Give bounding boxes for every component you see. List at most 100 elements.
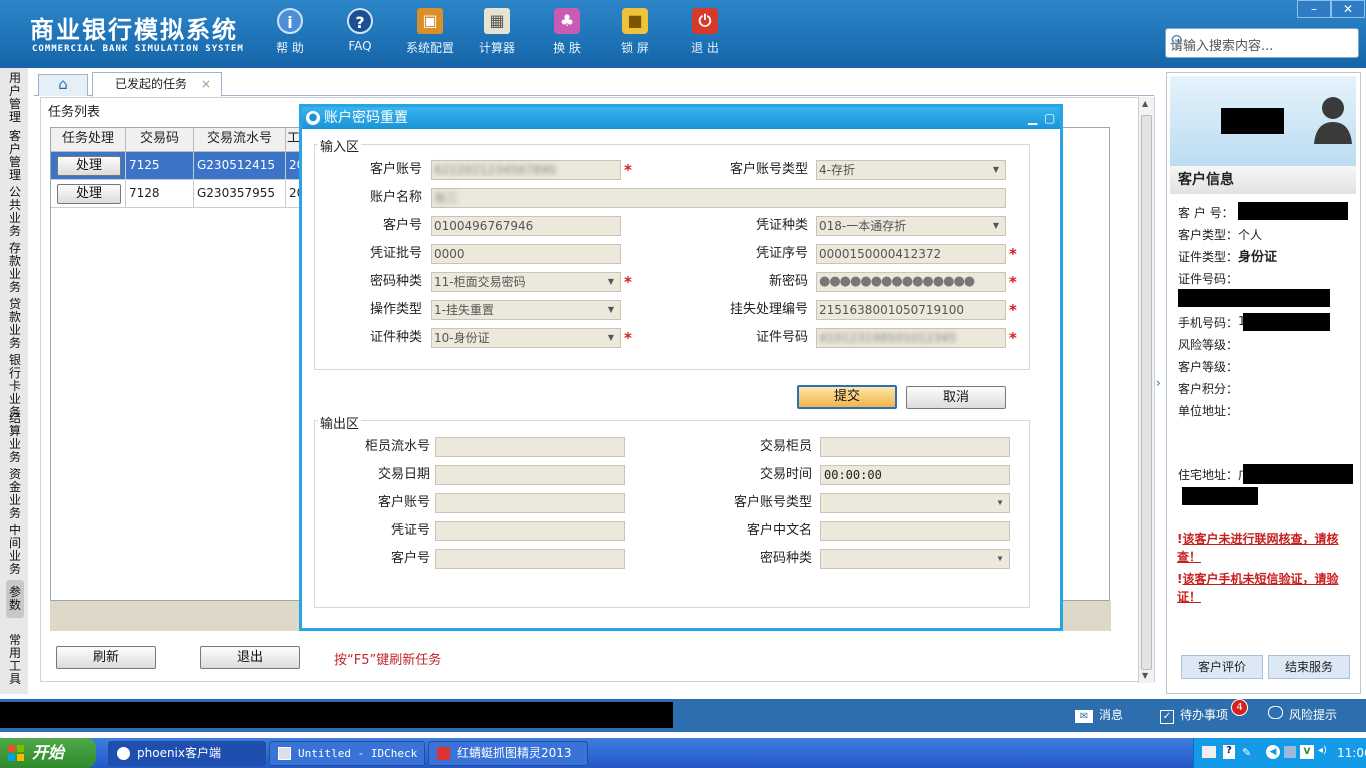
cancel-button[interactable]: 取消 [906,386,1006,409]
close-window-button[interactable]: ✕ [1331,0,1365,18]
table-row[interactable]: 处理 7128 G230357955 20 [51,180,304,208]
label-out-cn-name: 客户中文名 [746,523,812,538]
nav-intermediary[interactable]: 中间业务 [6,524,24,576]
taskbar-item-phoenix[interactable]: phoenix客户端 [108,741,266,766]
faq-button[interactable]: ? FAQ [330,8,390,53]
chevron-down-icon[interactable]: ▼ [989,161,1003,179]
dialog-minimize-icon[interactable]: ▁ [1028,107,1037,129]
label-new-pwd: 新密码 [768,274,808,289]
submit-button[interactable]: 提交 [797,385,897,409]
process-button[interactable]: 处理 [57,156,121,176]
id-type-select[interactable]: 10-身份证 ▼ [431,328,621,348]
nav-fund[interactable]: 资金业务 [6,468,24,520]
keyboard-icon[interactable] [1202,746,1216,758]
cust-no-field[interactable]: 0100496767946 [431,216,621,236]
op-type-select[interactable]: 1-挂失重置 ▼ [431,300,621,320]
warning-sms-verify[interactable]: !该客户手机未短信验证，请验证！ [1177,570,1355,606]
lock-screen-button[interactable]: ■ 锁 屏 [605,8,665,56]
panel-toggle-icon[interactable]: › [1156,376,1161,390]
taskbar-item-screenshot-tool[interactable]: 红蜻蜓抓图精灵2013 [428,741,588,766]
nav-loan[interactable]: 贷款业务 [6,298,24,350]
warning-network-check[interactable]: !该客户未进行联网核查，请核查！ [1177,530,1355,566]
exit-button[interactable]: 退出 [200,646,300,669]
search-icon[interactable]: ⚲ [1170,32,1352,53]
account-name-field[interactable]: 张三 [431,188,1006,208]
vc-tray-icon[interactable]: V [1300,745,1314,759]
change-skin-button[interactable]: ♣ 换 肤 [537,8,597,56]
nav-bank-card[interactable]: 银行卡业务 [6,354,24,419]
logout-button[interactable]: ⏻ 退 出 [675,8,735,56]
column-header[interactable]: 交易码 [126,128,194,152]
nav-customer-mgmt[interactable]: 客户管理 [6,130,24,182]
messages-button[interactable]: ✉ 消息 [1075,706,1123,723]
required-mark: * [624,273,632,291]
nav-deposit[interactable]: 存款业务 [6,242,24,294]
customer-evaluation-button[interactable]: 客户评价 [1181,655,1263,679]
column-header[interactable]: 交易流水号 [194,128,286,152]
tab-initiated-tasks[interactable]: 已发起的任务 × [92,72,222,97]
scroll-up-icon[interactable]: ▲ [1142,99,1148,108]
calculator-button[interactable]: ▦ 计算器 [467,8,527,56]
customer-avatar-icon [1314,97,1352,144]
left-nav: 用户管理 客户管理 公共业务 存款业务 贷款业务 银行卡业务 结算业务 资金业务… [0,68,28,694]
table-row[interactable]: 处理 7125 G230512415 20 [51,152,304,180]
refresh-button[interactable]: 刷新 [56,646,156,669]
account-type-select[interactable]: 4-存折 ▼ [816,160,1006,180]
process-button[interactable]: 处理 [57,184,121,204]
chevron-down-icon[interactable]: ▼ [989,217,1003,235]
label-out-account: 客户账号 [377,495,430,510]
voucher-batch-field[interactable]: 0000 [431,244,621,264]
cust-level-label: 客户等级： [1178,360,1239,374]
cust-account-field[interactable]: 6222021234567890 [431,160,621,180]
network-icon[interactable] [1284,746,1296,758]
nav-user-mgmt[interactable]: 用户管理 [6,72,24,124]
chevron-down-icon[interactable]: ▼ [604,329,618,347]
id-no-field[interactable]: 410123198501012345 [816,328,1006,348]
tray-expand-icon[interactable]: ◀ [1266,745,1280,759]
scroll-thumb[interactable] [1141,115,1152,670]
label-voucher-type: 凭证种类 [755,218,808,233]
redacted-name [1221,108,1284,134]
todo-button[interactable]: ✓ 待办事项 [1160,706,1228,724]
loss-no-field[interactable]: 2151638001050719100 [816,300,1006,320]
end-service-button[interactable]: 结束服务 [1268,655,1350,679]
minimize-button[interactable]: – [1297,0,1331,18]
chevron-down-icon[interactable]: ▼ [993,494,1007,512]
input-method-icon[interactable]: ✎ [1242,746,1251,759]
column-header[interactable]: 任务处理 [51,128,126,152]
risk-alert-button[interactable]: 风险提示 [1268,706,1337,723]
dialog-maximize-icon[interactable]: ▢ [1044,107,1055,129]
scroll-down-icon[interactable]: ▼ [1142,671,1148,680]
tab-home[interactable]: ⌂ [38,74,88,96]
new-password-field[interactable]: ●●●●●●●●●●●●●●● [816,272,1006,292]
voucher-type-select[interactable]: 018-一本通存折 ▼ [816,216,1006,236]
volume-icon[interactable]: ◂) [1318,745,1327,756]
chevron-down-icon[interactable]: ▼ [604,301,618,319]
label-id-no: 证件号码 [755,330,808,345]
pwd-type-select[interactable]: 11-柜面交易密码 ▼ [431,272,621,292]
chevron-down-icon[interactable]: ▼ [993,550,1007,568]
nav-public-business[interactable]: 公共业务 [6,186,24,238]
chevron-down-icon[interactable]: ▼ [604,273,618,291]
voucher-seq-field[interactable]: 0000150000412372 [816,244,1006,264]
out-account-type-select[interactable]: ▼ [820,493,1010,513]
start-button[interactable]: 开始 [0,738,96,768]
dialog-titlebar[interactable]: ● 账户密码重置 ▁ ▢ [302,107,1060,129]
system-config-button[interactable]: ▣ 系统配置 [400,8,460,56]
main-scrollbar[interactable]: ▲ ▼ [1138,97,1154,683]
taskbar-item-idcheck[interactable]: Untitled - IDCheck [269,741,425,766]
required-mark: * [624,161,632,179]
search-box[interactable]: 请输入搜索内容... ⚲ [1165,28,1359,58]
out-pwd-type-select[interactable]: ▼ [820,549,1010,569]
help-button[interactable]: i 帮 助 [260,8,320,56]
nav-common-tools[interactable]: 常用工具 [6,634,24,686]
tab-close-icon[interactable]: × [201,73,211,95]
checkbox-icon: ✓ [1160,710,1174,724]
nav-settlement[interactable]: 结算业务 [6,412,24,464]
help-tray-icon[interactable]: ? [1223,745,1235,759]
dialog-title: 账户密码重置 [324,110,408,126]
nav-parameters[interactable]: 参数 [6,580,24,618]
company-address-label: 单位地址： [1178,404,1239,418]
clock[interactable]: 11:06 [1337,746,1366,760]
label-voucher-seq: 凭证序号 [755,246,808,261]
